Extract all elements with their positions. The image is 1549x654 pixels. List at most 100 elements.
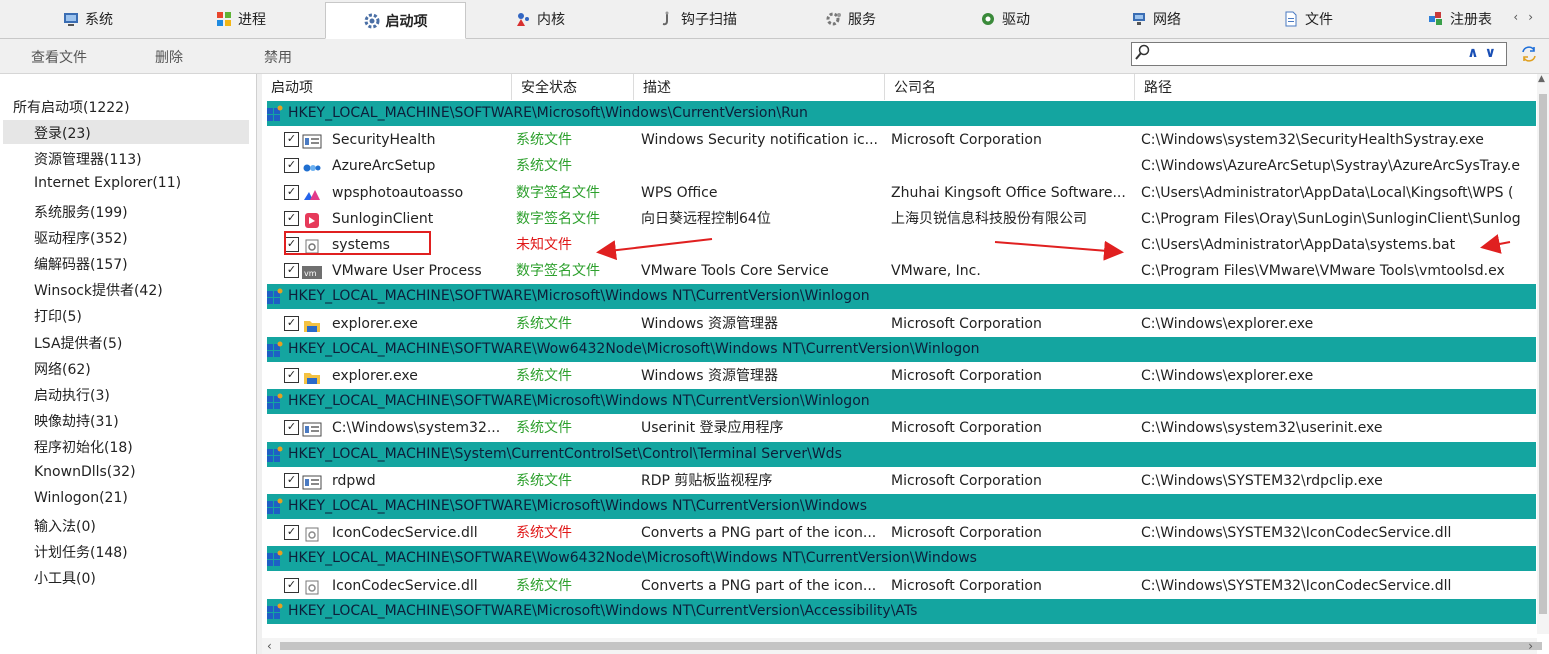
table-row[interactable]: ✓ IconCodecService.dll 系统文件 Converts a PNG … [284, 573, 1549, 599]
sidebar-item[interactable]: 计划任务(148) [34, 542, 128, 562]
registry-key-icon [267, 393, 283, 410]
vertical-scrollbar[interactable]: ▲ [1537, 74, 1549, 634]
tab-hook-scan[interactable]: 钩子扫描 [659, 0, 737, 38]
sidebar-item[interactable]: Winlogon(21) [34, 490, 128, 506]
enable-checkbox[interactable]: ✓ [284, 158, 299, 174]
search-input[interactable] [1154, 45, 1448, 62]
sidebar-item[interactable]: 资源管理器(113) [34, 149, 142, 169]
registry-group-row[interactable]: HKEY_LOCAL_MACHINE\SOFTWARE\Microsoft\Wi… [267, 389, 1536, 415]
table-row[interactable]: ✓ SecurityHealth 系统文件 Windows Security noti… [284, 127, 1549, 153]
enable-checkbox[interactable]: ✓ [284, 472, 299, 488]
cell-status: 系统文件 [516, 420, 572, 437]
registry-key-icon [267, 288, 283, 305]
gear-icon [364, 13, 380, 29]
scroll-left-icon[interactable]: ‹ [267, 639, 272, 653]
table-row[interactable]: ✓ rdpwd 系统文件 RDP 剪贴板监视程序 Microsoft Corporati… [284, 468, 1549, 494]
disable-button[interactable]: 禁用 [264, 47, 292, 67]
search-prev-icon[interactable]: ∧ [1467, 45, 1484, 61]
sidebar-item[interactable]: 输入法(0) [34, 516, 96, 536]
enable-checkbox[interactable]: ✓ [284, 420, 299, 436]
sidebar-item[interactable]: 程序初始化(18) [34, 437, 133, 457]
table-row[interactable]: ✓ explorer.exe 系统文件 Windows 资源管理器 Microsoft … [284, 363, 1549, 389]
window-app-icon [302, 132, 322, 149]
sidebar-item[interactable]: Winsock提供者(42) [34, 280, 163, 300]
table-row[interactable]: ✓ SunloginClient 数字签名文件 向日葵远程控制64位 上海贝锐信息科技股… [284, 206, 1549, 232]
tab-label: 驱动 [1002, 12, 1030, 28]
column-header-name[interactable]: 启动项 [262, 74, 512, 100]
table-row[interactable]: ✓ C:\Windows\system32... 系统文件 Userinit 登录应用… [284, 415, 1549, 441]
search-next-icon[interactable]: ∨ [1485, 45, 1502, 61]
cell-description: WPS Office [641, 184, 718, 201]
horizontal-scroll-thumb[interactable] [280, 642, 1542, 650]
column-header-company[interactable]: 公司名 [885, 74, 1135, 100]
sidebar-item[interactable]: Internet Explorer(11) [34, 175, 181, 191]
column-header-description[interactable]: 描述 [634, 74, 885, 100]
search-nav-arrows[interactable]: ∧∨ [1467, 45, 1502, 61]
registry-group-row[interactable]: HKEY_LOCAL_MACHINE\SOFTWARE\Wow6432Node\… [267, 546, 1536, 572]
scroll-right-icon[interactable]: › [1528, 639, 1533, 653]
enable-checkbox[interactable]: ✓ [284, 525, 299, 541]
registry-group-row[interactable]: HKEY_LOCAL_MACHINE\SOFTWARE\Microsoft\Wi… [267, 494, 1536, 519]
column-header-path[interactable]: 路径 [1135, 74, 1535, 100]
tab-process[interactable]: 进程 [216, 0, 266, 38]
vertical-scroll-thumb[interactable] [1539, 94, 1547, 614]
tab-network[interactable]: 网络 [1131, 0, 1181, 38]
table-row[interactable]: ✓ IconCodecService.dll 系统文件 Converts a PNG … [284, 520, 1549, 546]
enable-checkbox[interactable]: ✓ [284, 132, 299, 148]
enable-checkbox[interactable]: ✓ [284, 368, 299, 383]
registry-icon [1428, 11, 1444, 27]
sidebar-item[interactable]: 系统服务(199) [34, 202, 128, 222]
cell-path: C:\Windows\AzureArcSetup\Systray\AzureAr… [1141, 158, 1520, 175]
tab-label: 服务 [848, 12, 876, 28]
table-row[interactable]: ✓ explorer.exe 系统文件 Windows 资源管理器 Microsoft … [284, 311, 1549, 337]
column-header-status[interactable]: 安全状态 [512, 74, 634, 100]
enable-checkbox[interactable]: ✓ [284, 210, 299, 226]
cell-name: rdpwd [332, 472, 376, 489]
table-row[interactable]: ✓ systems 未知文件 C:\Users\Administrator\AppDa… [284, 232, 1549, 258]
registry-group-row[interactable]: HKEY_LOCAL_MACHINE\System\CurrentControl… [267, 441, 1536, 467]
registry-group-row[interactable]: HKEY_LOCAL_MACHINE\SOFTWARE\Microsoft\Wi… [267, 284, 1536, 310]
horizontal-scrollbar[interactable]: ‹ › [262, 638, 1542, 654]
enable-checkbox[interactable]: ✓ [284, 184, 299, 200]
scroll-up-icon[interactable]: ▲ [1538, 74, 1545, 84]
table-row[interactable]: ✓ wpsphotoautoasso 数字签名文件 WPS Office Zhuhai … [284, 180, 1549, 206]
view-file-button[interactable]: 查看文件 [31, 47, 87, 67]
registry-group-row[interactable]: HKEY_LOCAL_MACHINE\SOFTWARE\Microsoft\Wi… [267, 598, 1536, 624]
tab-registry[interactable]: 注册表 [1428, 0, 1492, 38]
cell-name: explorer.exe [332, 368, 418, 384]
cell-name: explorer.exe [332, 315, 418, 332]
tab-label: 进程 [238, 12, 266, 28]
table-row[interactable]: ✓ AzureArcSetup 系统文件 C:\Windows\AzureArcSet… [284, 153, 1549, 179]
tab-system[interactable]: 系统 [63, 0, 113, 38]
tab-driver[interactable]: 驱动 [980, 0, 1030, 38]
tab-kernel[interactable]: 内核 [515, 0, 565, 38]
sidebar-item[interactable]: LSA提供者(5) [34, 333, 122, 353]
sidebar-item[interactable]: KnownDlls(32) [34, 464, 136, 480]
refresh-icon[interactable] [1520, 45, 1538, 67]
tab-file[interactable]: 文件 [1283, 0, 1333, 38]
enable-checkbox[interactable]: ✓ [284, 577, 299, 593]
sidebar-item[interactable]: 网络(62) [34, 359, 91, 379]
delete-button[interactable]: 删除 [155, 47, 183, 67]
cell-name: wpsphotoautoasso [332, 184, 464, 201]
registry-group-row[interactable]: HKEY_LOCAL_MACHINE\SOFTWARE\Microsoft\Wi… [267, 101, 1536, 126]
sidebar-item-all[interactable]: 所有启动项(1222) [13, 97, 130, 117]
window-app-icon [302, 420, 322, 437]
tab-scroll-arrows[interactable]: ‹› [1513, 10, 1543, 24]
sidebar-item[interactable]: 映像劫持(31) [34, 411, 119, 431]
tab-startup[interactable]: 启动项 [325, 2, 466, 39]
sidebar-item[interactable]: 编解码器(157) [34, 254, 128, 274]
tab-service[interactable]: 服务 [826, 0, 876, 38]
enable-checkbox[interactable]: ✓ [284, 315, 299, 331]
enable-checkbox[interactable]: ✓ [284, 263, 299, 279]
registry-group-row[interactable]: HKEY_LOCAL_MACHINE\SOFTWARE\Wow6432Node\… [267, 336, 1536, 362]
sidebar-item[interactable]: 登录(23) [34, 123, 91, 143]
table-row[interactable]: ✓ vm VMware User Process 数字签名文件 VMware Tools… [284, 258, 1549, 284]
sidebar-item[interactable]: 打印(5) [34, 306, 82, 326]
search-icon [1135, 44, 1151, 66]
cell-description: Converts a PNG part of the icon... [641, 577, 877, 594]
sidebar-item[interactable]: 小工具(0) [34, 568, 96, 588]
cell-name: IconCodecService.dll [332, 525, 478, 542]
sidebar-item[interactable]: 启动执行(3) [34, 385, 110, 405]
sidebar-item[interactable]: 驱动程序(352) [34, 228, 128, 248]
